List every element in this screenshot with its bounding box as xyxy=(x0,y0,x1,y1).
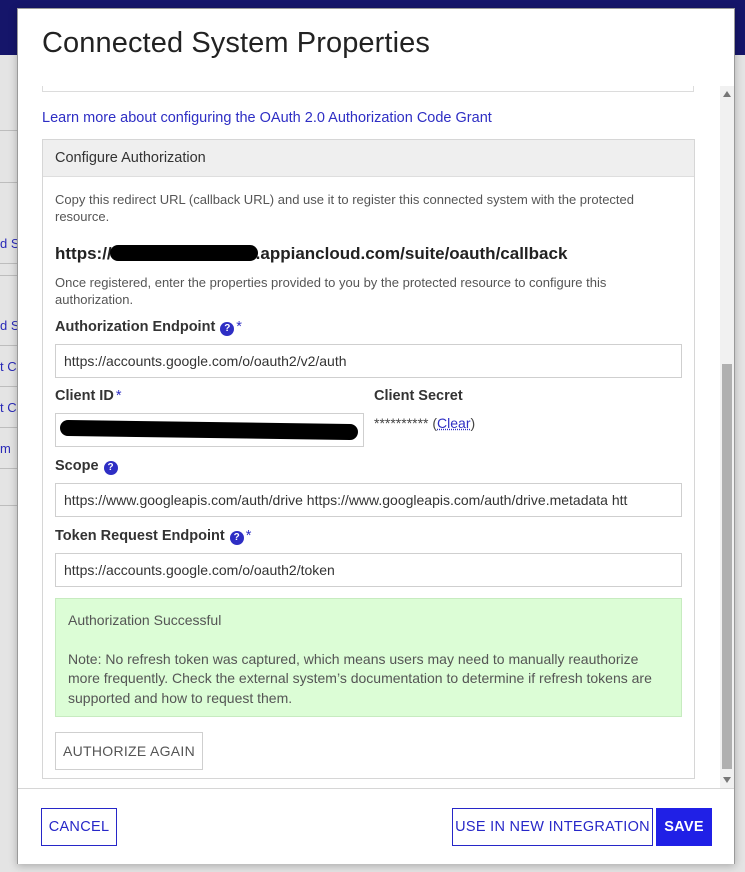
background-divider xyxy=(0,275,17,276)
callback-url: https:// .appiancloud.com/suite/oauth/cal… xyxy=(55,244,567,264)
save-button[interactable]: SAVE xyxy=(656,808,712,846)
authorization-endpoint-label: Authorization Endpoint? * xyxy=(55,319,242,336)
success-title: Authorization Successful xyxy=(68,612,222,628)
redirect-url-help: Copy this redirect URL (callback URL) an… xyxy=(55,192,634,224)
required-marker: * xyxy=(245,528,252,544)
authorization-endpoint-input[interactable]: https://accounts.google.com/o/oauth2/v2/… xyxy=(55,344,682,378)
question-circle-icon[interactable]: ? xyxy=(229,531,244,545)
redacted-region xyxy=(109,245,258,261)
field-label-text: Scope xyxy=(55,458,99,474)
scroll-down-arrow-icon[interactable] xyxy=(723,777,731,783)
background-divider xyxy=(0,505,17,506)
token-request-endpoint-input[interactable]: https://accounts.google.com/o/oauth2/tok… xyxy=(55,553,682,587)
client-id-label: Client ID * xyxy=(55,388,121,404)
success-note: Note: No refresh token was captured, whi… xyxy=(68,650,652,706)
dialog-title: Connected System Properties xyxy=(42,27,430,59)
callback-url-prefix: https:// xyxy=(55,244,112,263)
client-secret-label: Client Secret xyxy=(374,388,463,404)
dialog-content: Learn more about configuring the OAuth 2… xyxy=(18,86,720,788)
clear-secret-link[interactable]: Clear xyxy=(437,415,470,431)
required-marker: * xyxy=(236,319,242,335)
question-circle-icon[interactable]: ? xyxy=(103,461,118,475)
field-label-text: Authorization Endpoint xyxy=(55,319,216,335)
authorization-success-message: Authorization Successful Note: No refres… xyxy=(55,598,682,717)
masked-secret: ********** xyxy=(374,415,429,431)
callback-url-suffix: .appiancloud.com/suite/oauth/callback xyxy=(255,244,568,263)
client-secret-value: ********** (Clear) xyxy=(374,415,476,431)
scope-label: Scope? xyxy=(55,458,118,475)
background-divider xyxy=(0,182,17,183)
dialog-footer: CANCEL USE IN NEW INTEGRATION SAVE xyxy=(18,788,734,864)
previous-section-box xyxy=(42,86,694,92)
registered-help: Once registered, enter the properties pr… xyxy=(55,275,607,307)
configure-authorization-section: Configure Authorization Copy this redire… xyxy=(42,139,695,779)
background-list-item[interactable]: d S xyxy=(0,224,17,264)
scrollbar-thumb[interactable] xyxy=(722,364,732,769)
background-list-item[interactable]: t C xyxy=(0,388,17,428)
background-list-item[interactable]: m xyxy=(0,429,17,469)
background-divider xyxy=(0,130,17,131)
field-label-text: Token Request Endpoint xyxy=(55,528,225,544)
redacted-region xyxy=(59,419,359,441)
use-in-new-integration-button[interactable]: USE IN NEW INTEGRATION xyxy=(452,808,653,846)
field-label-text: Client ID xyxy=(55,388,114,404)
authorize-again-button[interactable]: AUTHORIZE AGAIN xyxy=(55,732,203,770)
scroll-up-arrow-icon[interactable] xyxy=(723,91,731,97)
section-header: Configure Authorization xyxy=(43,140,694,177)
connected-system-dialog: Connected System Properties Learn more a… xyxy=(17,8,735,864)
required-marker: * xyxy=(115,388,122,404)
question-circle-icon[interactable]: ? xyxy=(220,322,235,336)
token-request-endpoint-label: Token Request Endpoint? * xyxy=(55,528,251,545)
learn-more-link[interactable]: Learn more about configuring the OAuth 2… xyxy=(42,110,492,126)
cancel-button[interactable]: CANCEL xyxy=(41,808,117,846)
scope-input[interactable]: https://www.googleapis.com/auth/drive ht… xyxy=(55,483,682,517)
background-list-item[interactable]: t C xyxy=(0,347,17,387)
content-scrollbar[interactable] xyxy=(720,86,734,788)
client-id-input[interactable] xyxy=(55,413,364,447)
background-list-item[interactable]: d S xyxy=(0,306,17,346)
